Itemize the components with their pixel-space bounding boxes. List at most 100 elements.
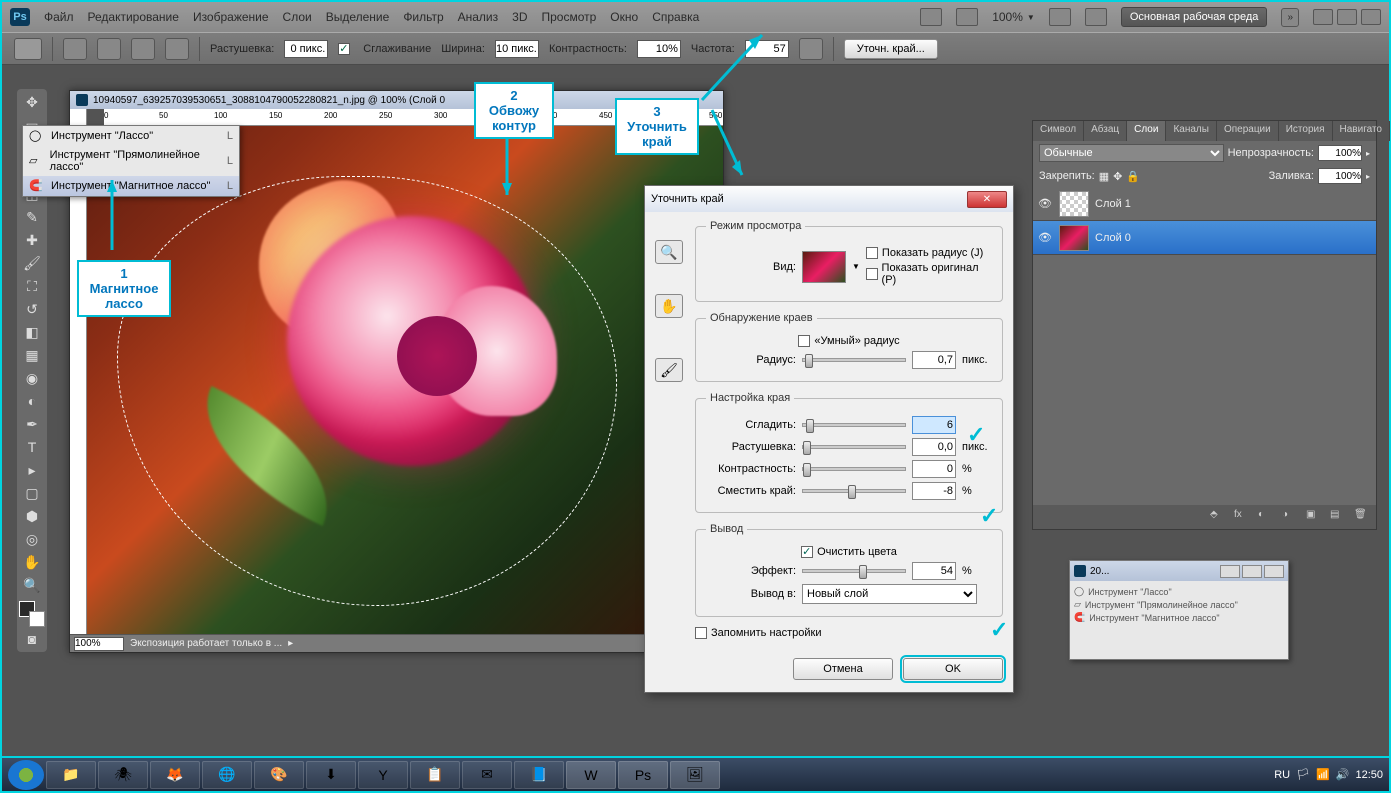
menu-layer[interactable]: Слои xyxy=(283,10,312,24)
contrast-slider[interactable] xyxy=(802,467,906,471)
arrange-docs-icon[interactable] xyxy=(1049,8,1071,26)
shift-input[interactable] xyxy=(912,482,956,500)
new-selection-icon[interactable] xyxy=(63,38,87,60)
type-tool[interactable]: T xyxy=(19,436,45,458)
canvas[interactable] xyxy=(87,126,723,634)
tab-navigator[interactable]: Навигато xyxy=(1333,121,1390,141)
current-tool-icon[interactable] xyxy=(14,38,42,60)
tab-layers[interactable]: Слои xyxy=(1127,121,1166,141)
doc-zoom-input[interactable] xyxy=(74,637,124,651)
taskbar-app[interactable]: 📘 xyxy=(514,761,564,789)
feather-input[interactable] xyxy=(284,40,328,58)
menu-window[interactable]: Окно xyxy=(610,10,638,24)
mini-titlebar[interactable]: 20... xyxy=(1070,561,1288,581)
shape-tool[interactable]: ▢ xyxy=(19,482,45,504)
layer-name[interactable]: Слой 1 xyxy=(1095,198,1131,210)
system-tray[interactable]: RU 🏳 📶 🔊 12:50 xyxy=(1274,768,1383,781)
eyedropper-tool[interactable]: ✎ xyxy=(19,206,45,228)
taskbar-app[interactable]: Y xyxy=(358,761,408,789)
3d-tool[interactable]: ⬢ xyxy=(19,505,45,527)
amount-slider[interactable] xyxy=(802,569,906,573)
taskbar-app[interactable]: ⬇ xyxy=(306,761,356,789)
new-layer-icon[interactable]: ▤ xyxy=(1330,509,1348,525)
zoom-level[interactable]: 100%▼ xyxy=(992,10,1035,24)
layer-row[interactable]: 👁 Слой 0 xyxy=(1033,221,1376,255)
dialog-titlebar[interactable]: Уточнить край ✕ xyxy=(645,186,1013,212)
workspace-chevron[interactable]: » xyxy=(1281,8,1299,27)
smart-radius-checkbox[interactable] xyxy=(798,335,810,347)
mini-close-icon[interactable] xyxy=(1264,565,1284,578)
tab-channels[interactable]: Каналы xyxy=(1166,121,1217,141)
tab-history[interactable]: История xyxy=(1279,121,1333,141)
radius-slider[interactable] xyxy=(802,358,906,362)
dodge-tool[interactable]: ◐ xyxy=(19,390,45,412)
3d-camera-tool[interactable]: ◎ xyxy=(19,528,45,550)
taskbar-app[interactable]: 🎨 xyxy=(254,761,304,789)
shift-slider[interactable] xyxy=(802,489,906,493)
layer-style-icon[interactable]: fx xyxy=(1234,509,1252,525)
view-dropdown-icon[interactable]: ▼ xyxy=(852,262,860,271)
hand-tool[interactable]: ✋ xyxy=(19,551,45,573)
quickmask-tool[interactable]: ◙ xyxy=(19,628,45,650)
window-restore-icon[interactable] xyxy=(1337,9,1357,25)
fill-input[interactable] xyxy=(1318,168,1362,184)
poly-lasso-item[interactable]: ▱ Инструмент "Прямолинейное лассо" L xyxy=(23,146,239,176)
blend-mode-select[interactable]: Обычные xyxy=(1039,144,1224,162)
magnetic-lasso-item[interactable]: 🧲 Инструмент "Магнитное лассо" L xyxy=(23,176,239,196)
dlg-contrast-input[interactable] xyxy=(912,460,956,478)
screen-mode-icon[interactable] xyxy=(1085,8,1107,26)
refine-edge-button[interactable]: Уточн. край... xyxy=(844,39,938,59)
layer-thumbnail[interactable] xyxy=(1059,191,1089,217)
menu-image[interactable]: Изображение xyxy=(193,10,269,24)
show-original-checkbox[interactable] xyxy=(866,268,878,280)
cancel-button[interactable]: Отмена xyxy=(793,658,893,680)
menu-analysis[interactable]: Анализ xyxy=(458,10,499,24)
eraser-tool[interactable]: ◧ xyxy=(19,321,45,343)
layer-mask-icon[interactable]: ◐ xyxy=(1258,509,1276,525)
dialog-close-button[interactable]: ✕ xyxy=(967,191,1007,208)
healing-tool[interactable]: ✚ xyxy=(19,229,45,251)
adjustment-layer-icon[interactable]: ◑ xyxy=(1282,509,1300,525)
tray-time[interactable]: 12:50 xyxy=(1355,769,1383,781)
show-radius-checkbox[interactable] xyxy=(866,247,878,259)
history-brush-tool[interactable]: ↺ xyxy=(19,298,45,320)
zoom-tool[interactable]: 🔍 xyxy=(19,574,45,596)
color-swatches[interactable] xyxy=(19,601,45,627)
fill-arrow-icon[interactable]: ▸ xyxy=(1366,172,1370,181)
window-close-icon[interactable] xyxy=(1361,9,1381,25)
view-extras-icon[interactable] xyxy=(956,8,978,26)
dialog-hand-tool[interactable]: ✋ xyxy=(655,294,683,318)
lock-all-icon[interactable]: 🔒 xyxy=(1126,170,1140,183)
taskbar-app[interactable]: 🌐 xyxy=(202,761,252,789)
layer-row[interactable]: 👁 Слой 1 xyxy=(1033,187,1376,221)
tray-lang[interactable]: RU xyxy=(1274,769,1290,781)
tab-character[interactable]: Символ xyxy=(1033,121,1084,141)
delete-layer-icon[interactable]: 🗑 xyxy=(1354,509,1372,525)
start-button[interactable] xyxy=(8,760,44,790)
frequency-input[interactable] xyxy=(745,40,789,58)
dialog-zoom-tool[interactable]: 🔍 xyxy=(655,240,683,264)
ok-button[interactable]: OK xyxy=(903,658,1003,680)
brush-tool[interactable]: 🖌 xyxy=(19,252,45,274)
visibility-icon[interactable]: 👁 xyxy=(1037,231,1053,244)
tab-actions[interactable]: Операции xyxy=(1217,121,1279,141)
launch-bridge-icon[interactable] xyxy=(920,8,942,26)
radius-input[interactable] xyxy=(912,351,956,369)
opacity-arrow-icon[interactable]: ▸ xyxy=(1366,149,1370,158)
path-select-tool[interactable]: ▸ xyxy=(19,459,45,481)
menu-edit[interactable]: Редактирование xyxy=(88,10,179,24)
output-to-select[interactable]: Новый слой xyxy=(802,584,977,604)
lock-position-icon[interactable]: ✥ xyxy=(1113,170,1122,183)
menu-help[interactable]: Справка xyxy=(652,10,699,24)
move-tool[interactable]: ✥ xyxy=(19,91,45,113)
layer-name[interactable]: Слой 0 xyxy=(1095,232,1131,244)
taskbar-photoshop[interactable]: Ps xyxy=(618,761,668,789)
smooth-input[interactable] xyxy=(912,416,956,434)
menu-view[interactable]: Просмотр xyxy=(541,10,596,24)
menu-file[interactable]: Файл xyxy=(44,10,74,24)
status-arrow-icon[interactable]: ▸ xyxy=(288,638,293,649)
amount-input[interactable] xyxy=(912,562,956,580)
taskbar-app[interactable]: 🦊 xyxy=(150,761,200,789)
pen-pressure-icon[interactable] xyxy=(799,38,823,60)
taskbar-word[interactable]: W xyxy=(566,761,616,789)
